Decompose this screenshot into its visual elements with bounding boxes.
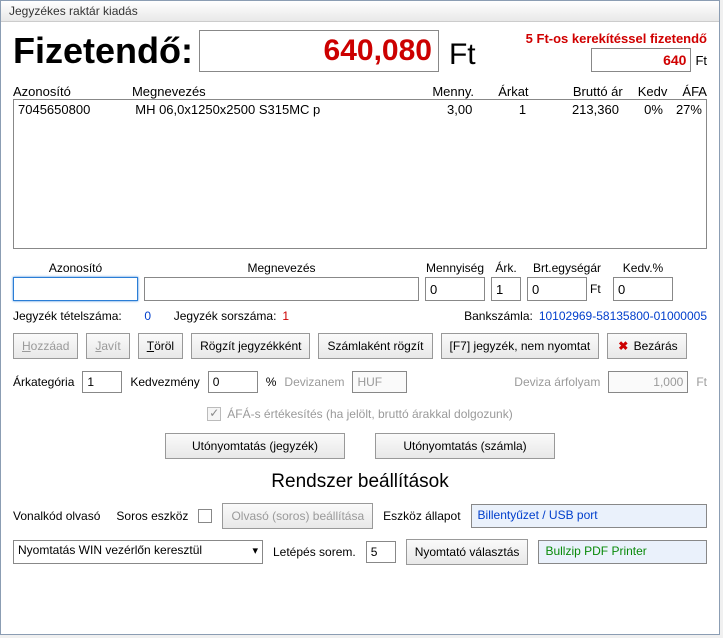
- save-as-invoice-button[interactable]: Számlaként rögzít: [318, 333, 432, 359]
- cell-menny: 3,00: [409, 102, 473, 117]
- reprint-list-button[interactable]: Utónyomtatás (jegyzék): [165, 433, 345, 459]
- cell-afa: 27%: [663, 102, 702, 117]
- sorszam-value: 1: [282, 309, 312, 323]
- vat-label: ÁFÁ-s értékesítés (ha jelölt, bruttó ára…: [227, 407, 512, 421]
- rounding-label: 5 Ft-os kerekítéssel fizetendő: [526, 31, 707, 46]
- payable-label: Fizetendő:: [13, 30, 193, 72]
- th-menny: Menny.: [410, 84, 474, 99]
- reprint-invoice-button[interactable]: Utónyomtatás (számla): [375, 433, 555, 459]
- th-afa: ÁFA: [667, 84, 707, 99]
- rounded-amount[interactable]: [591, 48, 691, 72]
- rounded-ft: Ft: [695, 53, 707, 68]
- payable-amount[interactable]: [199, 30, 439, 72]
- th-meg: Megnevezés: [132, 84, 410, 99]
- lbl-kedv: Kedv.%: [613, 261, 673, 275]
- cell-brutto: 213,360: [526, 102, 619, 117]
- darf-input: [608, 371, 688, 393]
- cell-meg: MH 06,0x1250x2500 S315MC p: [135, 102, 409, 117]
- pct-label: %: [266, 375, 277, 389]
- close-button[interactable]: ✖ Bezárás: [607, 333, 686, 359]
- input-brt[interactable]: [527, 277, 587, 301]
- table-header: Azonosító Megnevezés Menny. Árkat Bruttó…: [13, 84, 707, 99]
- close-icon: ✖: [616, 339, 630, 353]
- arkat-input[interactable]: [82, 371, 122, 393]
- close-label: Bezárás: [634, 339, 678, 353]
- tearoff-input[interactable]: [366, 541, 396, 563]
- window-title: Jegyzékes raktár kiadás: [1, 1, 719, 22]
- delete-button[interactable]: Töröl: [138, 333, 183, 359]
- edit-button[interactable]: Javít: [86, 333, 129, 359]
- f7-noprint-button[interactable]: [F7] jegyzék, nem nyomtat: [441, 333, 600, 359]
- th-arkat: Árkat: [474, 84, 529, 99]
- cell-azon: 7045650800: [18, 102, 135, 117]
- printer-select-button[interactable]: Nyomtató választás: [406, 539, 529, 565]
- serial-label: Soros eszköz: [116, 509, 188, 523]
- sorszam-label: Jegyzék sorszáma:: [174, 309, 277, 323]
- lbl-brt: Brt.egységár: [527, 261, 607, 275]
- devnem-input: [352, 371, 407, 393]
- th-brutto: Bruttó ár: [529, 84, 623, 99]
- darf-label: Deviza árfolyam: [514, 375, 600, 389]
- kedv-label: Kedvezmény: [130, 375, 199, 389]
- printer-value: Bullzip PDF Printer: [538, 540, 707, 564]
- table-row[interactable]: 7045650800 MH 06,0x1250x2500 S315MC p 3,…: [18, 102, 702, 117]
- input-menny[interactable]: [425, 277, 485, 301]
- bank-label: Bankszámla:: [464, 309, 533, 323]
- lbl-azon: Azonosító: [13, 261, 138, 275]
- barcode-label: Vonalkód olvasó: [13, 509, 100, 523]
- kedv-input[interactable]: [208, 371, 258, 393]
- input-kedv[interactable]: [613, 277, 673, 301]
- currency-ft: Ft: [449, 38, 476, 72]
- tetel-value: 0: [128, 309, 168, 323]
- ft-label: Ft: [590, 282, 601, 296]
- save-as-list-button[interactable]: Rögzít jegyzékként: [191, 333, 310, 359]
- cell-kedv: 0%: [619, 102, 663, 117]
- item-list[interactable]: 7045650800 MH 06,0x1250x2500 S315MC p 3,…: [13, 99, 707, 249]
- reader-settings-button[interactable]: Olvasó (soros) beállítása: [222, 503, 373, 529]
- input-meg[interactable]: [144, 277, 419, 301]
- th-kedv: Kedv: [623, 84, 668, 99]
- input-ark[interactable]: [491, 277, 521, 301]
- device-status-value: Billentyűzet / USB port: [471, 504, 707, 528]
- arkat-label: Árkategória: [13, 375, 74, 389]
- lbl-meg: Megnevezés: [144, 261, 419, 275]
- cell-arkat: 1: [472, 102, 526, 117]
- lbl-ark: Árk.: [491, 261, 521, 275]
- th-azon: Azonosító: [13, 84, 132, 99]
- tetel-label: Jegyzék tételszáma:: [13, 309, 122, 323]
- lbl-menny: Mennyiség: [425, 261, 485, 275]
- serial-checkbox[interactable]: [198, 509, 212, 523]
- tearoff-label: Letépés sorem.: [273, 545, 356, 559]
- darf-ft: Ft: [696, 375, 707, 389]
- bank-value: 10102969-58135800-01000005: [539, 309, 707, 323]
- input-azon[interactable]: [13, 277, 138, 301]
- add-button[interactable]: Hozzáad: [13, 333, 78, 359]
- print-mode-select[interactable]: Nyomtatás WIN vezérlőn keresztül: [13, 540, 263, 564]
- vat-checkbox: [207, 407, 221, 421]
- devnem-label: Devizanem: [284, 375, 344, 389]
- device-status-label: Eszköz állapot: [383, 509, 460, 523]
- system-settings-title: Rendszer beállítások: [13, 471, 707, 493]
